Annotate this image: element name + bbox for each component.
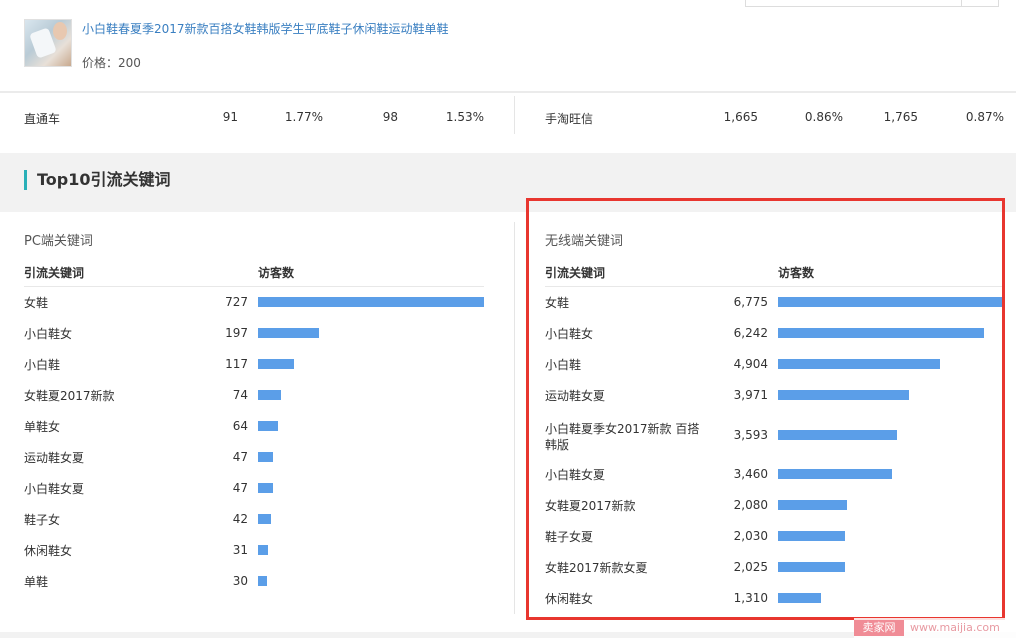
channel-right-v2: 0.86% [804,110,843,124]
visitor-count: 197 [225,326,248,340]
keyword-label: 单鞋女 [24,420,61,434]
visitor-bar [258,483,273,493]
watermark-url: www.maijia.com [910,621,1000,634]
visitor-count: 31 [232,543,248,557]
visitor-count: 64 [232,419,248,433]
visitor-bar [258,452,273,462]
channel-right-v4: 0.87% [965,110,1004,124]
visitor-count: 47 [232,481,248,495]
visitor-count: 727 [225,295,248,309]
channel-name-left: 直通车 [24,112,61,126]
visitor-bar [258,576,267,586]
channel-name-right: 手淘旺信 [545,112,594,126]
keyword-label: 运动鞋女夏 [24,451,85,465]
pc-col-keyword: 引流关键词 [24,266,85,280]
channel-left-v4: 1.53% [445,110,484,124]
product-thumbnail[interactable] [24,19,72,67]
product-price: 价格：200 [82,56,141,70]
pc-header-line [24,286,484,287]
visitor-bar [258,359,294,369]
channel-left-v2: 1.77% [284,110,323,124]
channel-right-v1: 1,665 [723,110,758,124]
column-divider [514,96,515,134]
keyword-label: 小白鞋女夏 [24,482,85,496]
visitor-count: 42 [232,512,248,526]
visitor-bar [258,297,484,307]
pc-keywords-title: PC端关键词 [24,234,93,249]
visitor-count: 30 [232,574,248,588]
keyword-label: 女鞋夏2017新款 [24,389,115,403]
keyword-label: 小白鞋女 [24,327,73,341]
divider [0,91,1016,93]
watermark-logo: 卖家网 [854,620,904,636]
visitor-bar [258,328,319,338]
watermark: 卖家网 www.maijia.com [854,618,1016,638]
keyword-label: 休闲鞋女 [24,544,73,558]
panel-divider [514,222,515,614]
visitor-bar [258,421,278,431]
keyword-label: 女鞋 [24,296,49,310]
highlight-box [526,198,1005,620]
keyword-label: 单鞋 [24,575,49,589]
channel-right-v3: 1,765 [883,110,918,124]
channel-left-v1: 91 [222,110,238,124]
visitor-bar [258,390,281,400]
channel-left-v3: 98 [382,110,398,124]
visitor-bar [258,514,271,524]
visitor-count: 74 [232,388,248,402]
model-image [53,22,67,40]
visitor-bar [258,545,268,555]
section-title: Top10引流关键词 [24,170,171,190]
search-box-divider [961,0,962,6]
product-title-link[interactable]: 小白鞋春夏季2017新款百搭女鞋韩版学生平底鞋子休闲鞋运动鞋单鞋 [82,20,449,37]
search-box-partial[interactable] [745,0,999,7]
pc-col-visitors: 访客数 [258,266,295,280]
visitor-count: 117 [225,357,248,371]
visitor-count: 47 [232,450,248,464]
keyword-label: 鞋子女 [24,513,61,527]
keyword-label: 小白鞋 [24,358,61,372]
